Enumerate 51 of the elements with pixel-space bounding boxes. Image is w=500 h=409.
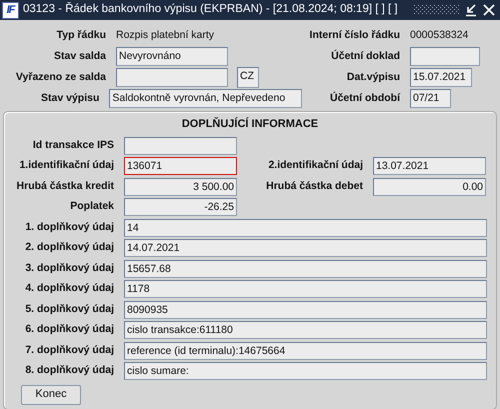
field-label: 2. doplňkový údaj: [24, 240, 115, 256]
field-label: Hrubá částka kredit: [16, 178, 115, 194]
input-field[interactable]: 14: [124, 218, 487, 237]
input-field[interactable]: 8090935: [124, 300, 487, 319]
input-field[interactable]: [410, 47, 480, 66]
field-label: 1.identifikační údaj: [18, 158, 115, 174]
field-label: Dat.výpisu: [346, 70, 401, 85]
input-field[interactable]: 0.00: [373, 178, 486, 196]
input-field[interactable]: cislo sumare:: [124, 362, 487, 380]
app-logo: IF: [2, 2, 19, 18]
field-label: 7. doplňkový údaj: [24, 342, 115, 358]
input-field[interactable]: Nevyrovnáno: [116, 47, 228, 66]
input-field[interactable]: Saldokontně vyrovnán, Nepřevedeno: [109, 89, 302, 108]
input-field[interactable]: 15657.68: [124, 260, 487, 278]
field-label: Účetní doklad: [330, 48, 401, 64]
minimize-icon[interactable]: [464, 3, 478, 17]
field-value: Rozpis platební karty: [116, 28, 214, 43]
field-label: Stav salda: [53, 48, 107, 64]
field-label: 8. doplňkový údaj: [24, 363, 115, 378]
input-field[interactable]: cislo transakce:611180: [124, 321, 487, 340]
currency-field[interactable]: CZ: [237, 67, 259, 88]
field-label: Účetní období: [329, 90, 402, 106]
field-value: 0000538324: [410, 28, 468, 43]
field-label: 6. doplňkový údaj: [24, 322, 115, 338]
close-icon[interactable]: [482, 3, 496, 17]
konec-button[interactable]: Konec: [21, 384, 81, 404]
field-label: Vyřazeno ze salda: [14, 70, 107, 85]
field-label: Id transakce IPS: [32, 138, 115, 153]
field-label: Stav výpisu: [40, 90, 100, 106]
window-title: 03123 - Řádek bankovního výpisu (EKPRBAN) - [21.08.2024; 08:19] [ ] [ ]: [23, 1, 399, 18]
field-label: 5. doplňkový údaj: [24, 302, 115, 317]
input-field[interactable]: -26.25: [124, 198, 237, 216]
field-label: Typ řádku: [56, 28, 107, 43]
field-label: 2.identifikační údaj: [267, 158, 364, 174]
field-label: 3. doplňkový údaj: [24, 260, 115, 276]
input-field[interactable]: 14.07.2021: [124, 239, 487, 258]
input-field[interactable]: 1178: [124, 280, 487, 298]
input-field[interactable]: [116, 68, 228, 87]
field-label: Poplatek: [69, 199, 115, 214]
field-label: Interní číslo řádku: [308, 28, 401, 43]
input-field[interactable]: 07/21: [410, 89, 451, 108]
field-label: 4. doplňkový údaj: [24, 281, 115, 296]
input-field[interactable]: 3 500.00: [124, 178, 237, 196]
input-field[interactable]: reference (id terminalu):14675664: [124, 342, 487, 360]
input-field[interactable]: 15.07.2021: [410, 68, 472, 87]
input-field[interactable]: 13.07.2021: [373, 157, 486, 176]
input-field[interactable]: [124, 136, 237, 155]
panel-title: DOPLŇUJÍCÍ INFORMACE: [180, 116, 320, 132]
input-field[interactable]: 136071: [124, 157, 237, 176]
field-label: 1. doplňkový údaj: [24, 220, 115, 235]
field-label: Hrubá částka debet: [265, 178, 364, 194]
